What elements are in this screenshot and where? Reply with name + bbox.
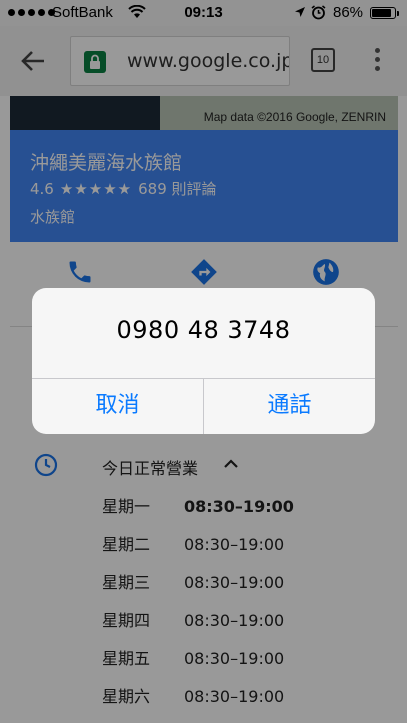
call-button[interactable]: 通話 bbox=[204, 378, 375, 434]
cancel-button[interactable]: 取消 bbox=[32, 378, 203, 434]
phone-number: 0980 48 3748 bbox=[116, 316, 291, 344]
call-confirm-dialog: 0980 48 3748 取消 通話 bbox=[32, 288, 375, 434]
